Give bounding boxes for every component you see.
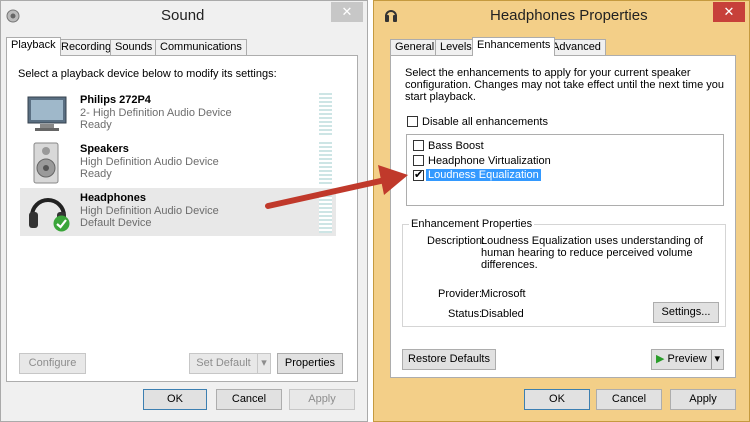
annotation-arrow <box>265 165 408 209</box>
tab-playback[interactable]: Playback <box>6 37 61 56</box>
tab-enhancements[interactable]: Enhancements <box>472 37 556 56</box>
